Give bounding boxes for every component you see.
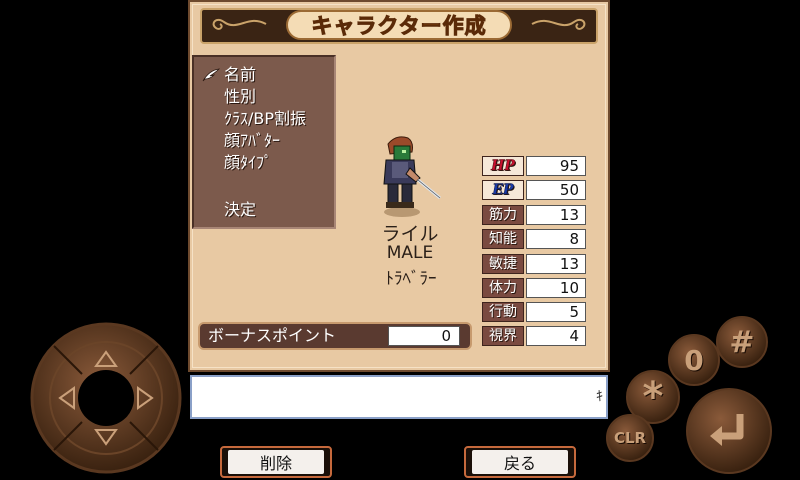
right-flourish-icon [531, 18, 586, 30]
back-button-label: 戻る [503, 454, 536, 473]
message-end-mark: ｷ [596, 389, 603, 405]
enter-button[interactable] [686, 388, 772, 474]
enter-arrow-icon [710, 414, 744, 446]
zero-button-label: 0 [684, 343, 704, 377]
stat-label-ep: EP [482, 180, 524, 200]
left-flourish-icon [212, 18, 267, 30]
stat-label-vision: 視界 [482, 326, 524, 346]
page-title: キャラクター作成 [311, 14, 487, 39]
character-class: ﾄﾗﾍﾞﾗｰ [385, 269, 437, 289]
character-sprite [383, 136, 441, 217]
clear-button[interactable]: CLR [606, 414, 654, 462]
character-gender: MALE [386, 243, 434, 263]
message-box [190, 375, 608, 419]
stat-value-hp: 95 [526, 156, 586, 176]
title-plate: キャラクター作成 [286, 10, 512, 40]
stat-label-strength: 筋力 [482, 205, 524, 225]
stat-label-action: 行動 [482, 302, 524, 322]
menu-item-name[interactable]: 名前 [224, 66, 256, 84]
menu-item-face-avatar[interactable]: 顔ｱﾊﾞﾀｰ [224, 132, 280, 150]
stat-label-hp: HP [482, 156, 524, 176]
character-name: ライル [381, 223, 439, 245]
stat-label-stamina: 体力 [482, 278, 524, 298]
stat-value-agility: 13 [526, 254, 586, 274]
feather-cursor-icon [202, 68, 220, 82]
zero-button[interactable]: 0 [668, 334, 720, 386]
delete-button[interactable]: 削除 [220, 446, 332, 478]
stat-value-vision: 4 [526, 326, 586, 346]
hash-button[interactable]: # [716, 316, 768, 368]
directional-pad[interactable] [30, 322, 182, 474]
stat-value-action: 5 [526, 302, 586, 322]
bonus-points-value: 0 [388, 326, 460, 346]
stat-value-ep: 50 [526, 180, 586, 200]
menu-item-face-type[interactable]: 顔ﾀｲﾌﾟ [224, 154, 272, 172]
stat-value-stamina: 10 [526, 278, 586, 298]
star-button-label: * [642, 374, 664, 420]
stat-label-intelligence: 知能 [482, 229, 524, 249]
back-button[interactable]: 戻る [464, 446, 576, 478]
menu-item-class-bp[interactable]: ｸﾗｽ/BP割振 [224, 110, 306, 128]
delete-button-label: 削除 [259, 454, 292, 473]
stat-value-intelligence: 8 [526, 229, 586, 249]
creation-menu: 名前 性別 ｸﾗｽ/BP割振 顔ｱﾊﾞﾀｰ 顔ﾀｲﾌﾟ 決定 [192, 55, 336, 229]
stat-label-agility: 敏捷 [482, 254, 524, 274]
menu-item-gender[interactable]: 性別 [224, 88, 256, 106]
hash-button-label: # [729, 324, 755, 360]
menu-item-confirm[interactable]: 決定 [224, 201, 256, 219]
stat-value-strength: 13 [526, 205, 586, 225]
clear-button-label: CLR [613, 429, 647, 447]
bonus-points-label: ボーナスポイント [208, 326, 337, 345]
